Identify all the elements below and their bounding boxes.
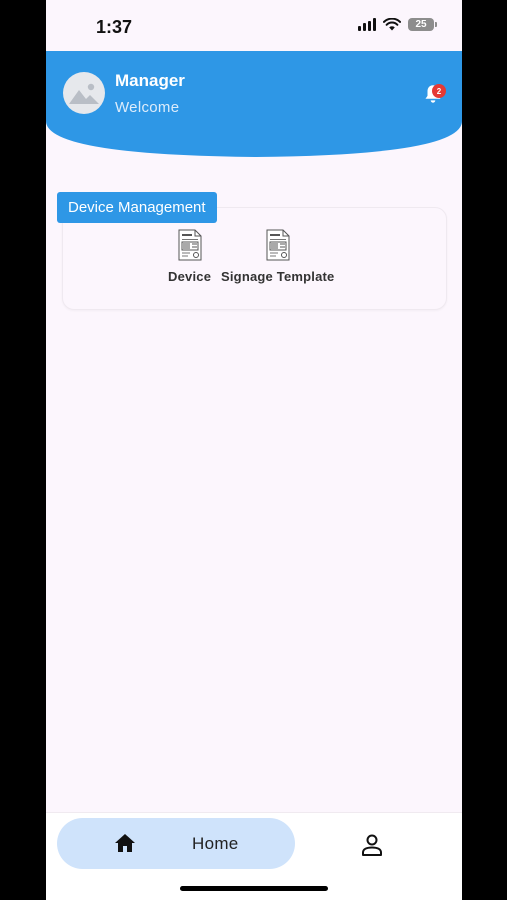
status-bar: 1:37 25	[46, 0, 462, 52]
header-background	[46, 51, 462, 157]
invoice-document-icon	[178, 229, 202, 261]
section-title: Device Management	[57, 192, 217, 223]
wifi-icon	[383, 18, 401, 31]
user-name: Manager	[115, 71, 185, 90]
nav-item-home[interactable]: Home	[57, 818, 295, 869]
bottom-navigation: Home	[46, 812, 462, 900]
avatar-placeholder-icon	[68, 81, 100, 105]
home-indicator	[180, 886, 328, 891]
avatar[interactable]	[63, 72, 105, 114]
nav-home-label: Home	[192, 834, 239, 853]
app-header: Manager Welcome 2	[46, 51, 462, 157]
app-screen: 1:37 25 Manager Welcome 2 Device Managem…	[46, 0, 462, 900]
signage-template-module[interactable]: Signage Template	[221, 229, 334, 284]
battery-level: 25	[415, 19, 427, 30]
welcome-text: Welcome	[115, 99, 180, 116]
signage-template-label: Signage Template	[221, 269, 335, 284]
battery-icon: 25	[408, 18, 437, 31]
status-icons: 25	[358, 18, 437, 31]
device-label: Device	[168, 269, 212, 284]
device-module[interactable]: Device	[168, 229, 211, 284]
invoice-document-icon	[266, 229, 290, 261]
signal-icon	[358, 18, 376, 31]
notification-badge: 2	[432, 84, 446, 98]
status-time: 1:37	[96, 17, 133, 37]
profile-icon[interactable]	[359, 833, 385, 857]
home-icon	[115, 834, 135, 852]
